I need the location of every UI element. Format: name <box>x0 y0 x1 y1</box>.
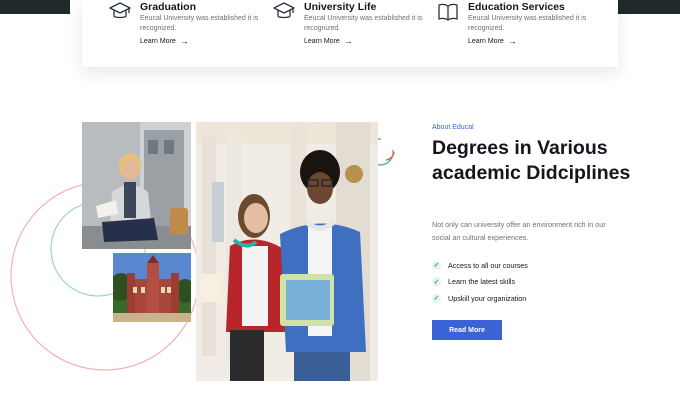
section-heading: Degrees in Various academic Didciplines <box>432 137 631 184</box>
campus-building-photo <box>113 253 191 322</box>
checklist-item: ✓ Learn the latest skills <box>432 277 516 287</box>
check-icon: ✓ <box>432 277 441 287</box>
section-eyebrow: About Educal <box>432 124 474 131</box>
checklist-item: ✓ Upskill your organization <box>432 293 527 303</box>
check-icon: ✓ <box>432 293 441 303</box>
section-description: Not only can university offer an environ… <box>432 220 606 242</box>
students-main-photo <box>196 122 378 381</box>
feature-checklist: ✓ Access to all our courses ✓ Learn the la… <box>432 257 528 307</box>
checklist-item: ✓ Access to all our courses <box>432 260 528 270</box>
student-reading-photo <box>82 122 191 249</box>
read-more-button[interactable]: Read More <box>432 320 502 340</box>
check-icon: ✓ <box>432 260 441 270</box>
